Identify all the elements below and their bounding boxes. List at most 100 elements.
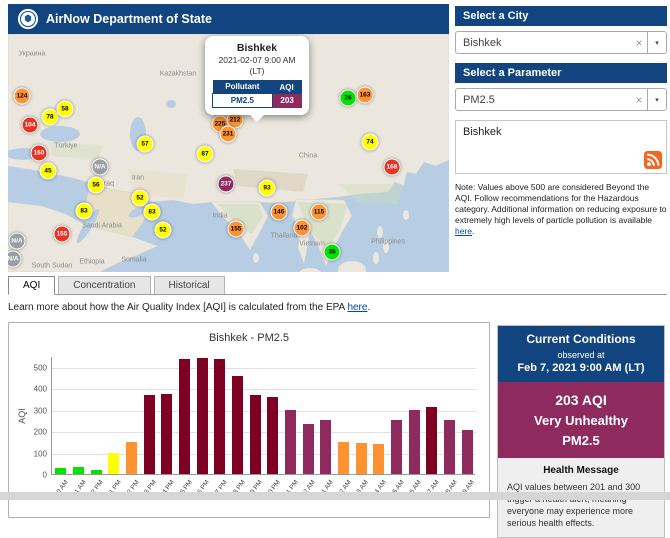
city-select-value: Bishkek [456,37,631,49]
popup-col-aqi: AQI [272,80,301,94]
note-here-link[interactable]: here [455,226,472,236]
health-message-text: AQI values between 201 and 300 trigger a… [507,481,655,530]
feed-box: Bishkek [455,120,667,174]
sidebar: Select a City Bishkek × ▾ Select a Param… [455,6,667,237]
parameter-select[interactable]: PM2.5 × ▾ [455,88,667,111]
chart-bar [161,394,172,474]
aqi-map-marker[interactable]: 35 [324,244,341,261]
chart-bar [108,453,119,474]
epa-info-line: Learn more about how the Air Quality Ind… [8,302,667,313]
chart-bar [232,376,243,474]
aqi-map-marker[interactable]: N/A [92,159,109,176]
aqi-map-marker[interactable]: 160 [31,145,48,162]
popup-aqi-table: Pollutant AQI PM2.5 203 [212,80,302,108]
clear-city-icon[interactable]: × [631,36,647,50]
aqi-map-marker[interactable]: 102 [294,220,311,237]
select-parameter-header: Select a Parameter [455,63,667,83]
aqi-value: 203 AQI [502,392,660,408]
aqi-map-marker[interactable]: 52 [155,222,172,239]
current-conditions-title: Current Conditions [502,332,660,346]
tab-aqi[interactable]: AQI [8,276,55,295]
page-title: AirNow Department of State [46,12,212,26]
aqi-map-marker[interactable]: 57 [137,136,154,153]
chevron-down-icon: ▾ [655,96,659,104]
map[interactable]: УкраинаKazakhstanMongoliaTürkiyeIranIraq… [8,34,449,272]
chart-bar [197,358,208,474]
aqi-map-marker[interactable]: 237 [218,176,235,193]
aqi-map-marker[interactable]: 168 [384,159,401,176]
y-axis-tick-label: 100 [34,449,47,458]
aqi-map-marker[interactable]: 155 [228,221,245,238]
city-select-arrow-button[interactable]: ▾ [647,32,666,53]
chart-bar [250,395,261,474]
aqi-category: Very Unhealthy [502,413,660,428]
y-axis-tick-label: 500 [34,363,47,372]
current-conditions-header: Current Conditions observed at Feb 7, 20… [498,326,664,382]
epa-here-link[interactable]: here [347,302,367,313]
aqi-pollutant: PM2.5 [502,433,660,448]
y-axis-tick-label: 0 [43,471,47,480]
aqi-map-marker[interactable]: 93 [259,180,276,197]
aqi-map-marker[interactable]: 56 [88,177,105,194]
chart-bar [267,397,278,474]
observed-at-label: observed at [502,350,660,360]
aqi-map-marker[interactable]: 155 [54,226,71,243]
chart-bar [55,468,66,474]
dos-seal-logo [17,8,39,30]
map-popup: Bishkek 2021-02-07 9:00 AM (LT) Pollutan… [205,36,309,115]
chart-bar [126,442,137,474]
aqi-map-marker[interactable]: 124 [14,88,31,105]
aqi-map-marker[interactable]: 26 [340,90,357,107]
select-city-header: Select a City [455,6,667,26]
clear-parameter-icon[interactable]: × [631,93,647,107]
aqi-map-marker[interactable]: 231 [220,126,237,143]
chart-panel: Bishkek - PM2.5 AQI 010020030040050010 A… [8,322,490,518]
popup-timezone: (LT) [212,66,302,76]
chart-gridline [52,389,476,390]
popup-datetime: 2021-02-07 9:00 AM [212,55,302,65]
health-message-title: Health Message [507,465,655,476]
rss-icon[interactable] [644,151,662,169]
chart-bar [179,359,190,474]
chart-title: Bishkek - PM2.5 [9,332,489,344]
chart-bar [285,410,296,474]
chart-bar [73,467,84,474]
aqi-map-marker[interactable]: 83 [76,203,93,220]
chart-bar [144,395,155,474]
aqi-map-marker[interactable]: 104 [22,117,39,134]
aqi-map-marker[interactable]: 115 [311,204,328,221]
parameter-select-value: PM2.5 [456,94,631,106]
popup-pollutant-value: PM2.5 [213,94,273,108]
note-text: Note: Values above 500 are considered Be… [455,182,667,237]
current-conditions-panel: Current Conditions observed at Feb 7, 20… [497,325,665,538]
epa-text: Learn more about how the Air Quality Ind… [8,302,347,313]
aqi-map-marker[interactable]: 45 [40,163,57,180]
y-axis-tick-label: 400 [34,385,47,394]
tab-concentration[interactable]: Concentration [58,276,150,294]
chart-bar [462,430,473,474]
aqi-map-marker[interactable]: 52 [132,190,149,207]
parameter-select-arrow-button[interactable]: ▾ [647,89,666,110]
aqi-map-marker[interactable]: 74 [362,134,379,151]
city-select[interactable]: Bishkek × ▾ [455,31,667,54]
chart-bar [444,420,455,474]
chart-plot-area: 010020030040050010 AM11 AM12 PM1 PM2 PM3… [51,357,475,475]
aqi-map-marker[interactable]: 58 [57,101,74,118]
tab-historical[interactable]: Historical [154,276,225,294]
aqi-map-marker[interactable]: 87 [197,146,214,163]
note-body: Note: Values above 500 are considered Be… [455,182,667,225]
chart-bar [409,410,420,474]
chart-bar [391,420,402,474]
chart-bar [303,424,314,474]
chart-bar [373,444,384,474]
aqi-map-marker[interactable]: 146 [271,204,288,221]
aqi-map-marker[interactable]: 83 [144,204,161,221]
chart-gridline [52,368,476,369]
aqi-map-marker[interactable]: N/A [9,233,26,250]
chevron-down-icon: ▾ [655,39,659,47]
chart-bar [320,420,331,474]
popup-city: Bishkek [212,42,302,54]
aqi-map-marker[interactable]: 163 [357,87,374,104]
tab-bar: AQI Concentration Historical [8,276,667,295]
popup-aqi-badge: 203 [272,94,301,108]
